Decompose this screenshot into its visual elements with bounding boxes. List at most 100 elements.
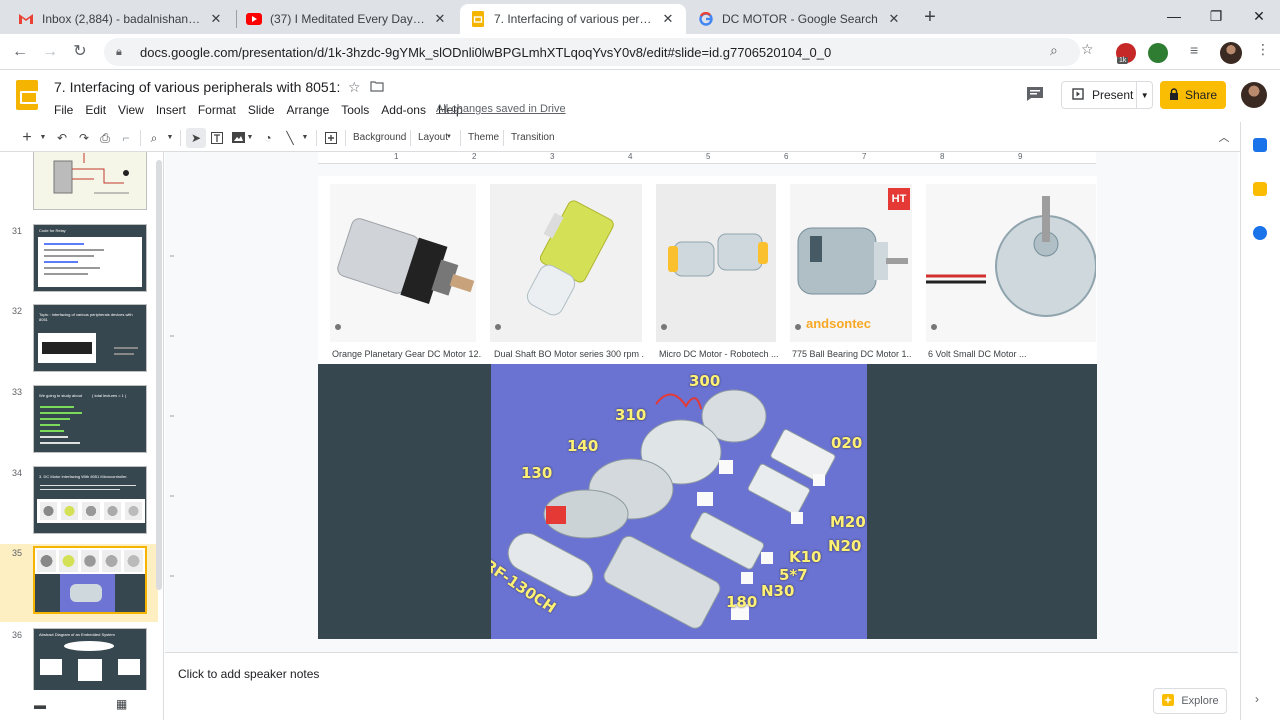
present-button[interactable]: Present ▼: [1061, 81, 1153, 109]
user-avatar[interactable]: [1241, 82, 1267, 108]
layout-dropdown-icon[interactable]: ▼: [446, 134, 452, 140]
tab-google-search[interactable]: DC MOTOR - Google Search ✕: [688, 4, 912, 34]
redo-icon[interactable]: ↷: [76, 128, 92, 148]
background-button[interactable]: Background: [353, 132, 406, 143]
image-dropdown-icon[interactable]: ▼: [246, 128, 254, 148]
motor-label: N30: [761, 582, 795, 600]
menu-arrange[interactable]: Arrange: [281, 101, 336, 119]
share-button[interactable]: Share: [1160, 81, 1226, 109]
menu-addons[interactable]: Add-ons: [375, 101, 432, 119]
zoom-icon[interactable]: ⌕: [1050, 42, 1058, 59]
extension-icon[interactable]: [1148, 43, 1168, 63]
print-icon[interactable]: ⎙: [97, 128, 113, 148]
toolbar-separator: [503, 130, 504, 146]
image-result-card[interactable]: [926, 184, 1096, 342]
image-result-card[interactable]: [490, 184, 642, 342]
save-status[interactable]: All changes saved in Drive: [436, 103, 566, 115]
close-tab-icon[interactable]: ✕: [208, 11, 224, 27]
toolbar-separator: [345, 130, 346, 146]
current-slide[interactable]: Orange Planetary Gear DC Motor 12... Dua…: [318, 176, 1097, 639]
motor-label: M20: [830, 513, 866, 531]
slide-thumbnail[interactable]: 31 Code for Relay: [0, 222, 158, 300]
restore-window-button[interactable]: ❐: [1202, 4, 1230, 28]
tasks-icon[interactable]: [1253, 226, 1267, 240]
new-tab-button[interactable]: +: [918, 6, 942, 30]
bookmark-star-icon[interactable]: ☆: [1081, 41, 1094, 58]
toolbar-separator: [180, 130, 181, 146]
line-dropdown-icon[interactable]: ▼: [301, 128, 309, 148]
slide-thumbnail[interactable]: 34 3. DC Motor interfacing With 8051 Mic…: [0, 464, 158, 542]
slide-thumbnail[interactable]: 33 We going to study about ( total lectu…: [0, 383, 158, 461]
undo-icon[interactable]: ↶: [54, 128, 70, 148]
close-window-button[interactable]: ✕: [1245, 4, 1273, 28]
image-result-card[interactable]: [656, 184, 776, 342]
slides-logo[interactable]: [16, 80, 38, 110]
comment-history-icon[interactable]: [1026, 86, 1048, 104]
browser-menu-icon[interactable]: ⋮: [1256, 41, 1270, 58]
motor-label: N20: [828, 537, 862, 555]
add-comment-icon[interactable]: [322, 128, 340, 148]
image-result-caption: Dual Shaft BO Motor series 300 rpm ...: [494, 349, 644, 359]
zoom-icon[interactable]: ⌕: [146, 128, 162, 148]
minimize-window-button[interactable]: —: [1160, 4, 1188, 28]
image-result-card[interactable]: [330, 184, 476, 342]
slide-thumbnail[interactable]: [0, 152, 158, 218]
slide-preview: [33, 152, 147, 210]
slide-thumbnail-current[interactable]: 35: [0, 544, 158, 622]
menu-insert[interactable]: Insert: [150, 101, 192, 119]
expand-side-panel-icon[interactable]: ›: [1255, 692, 1259, 706]
move-folder-icon[interactable]: [370, 80, 384, 95]
vertical-ruler[interactable]: [166, 176, 174, 636]
extension-badge: 1k: [1117, 57, 1129, 64]
editing-toolbar: + ▼ ↶ ↷ ⎙ ⌐ ⌕ ▼ ➤ ▼ ◔ ╲ ▼ Background Lay…: [0, 124, 1240, 152]
back-button[interactable]: ←: [8, 40, 32, 64]
speaker-notes-field[interactable]: Click to add speaker notes: [178, 667, 319, 681]
zoom-dropdown-icon[interactable]: ▼: [165, 128, 175, 148]
star-icon[interactable]: ☆: [348, 79, 361, 96]
grid-view-icon[interactable]: ▦: [116, 697, 127, 711]
horizontal-ruler[interactable]: 1 2 3 4 5 6 7 8 9: [318, 152, 1096, 164]
text-box-icon[interactable]: [208, 128, 226, 148]
line-icon[interactable]: ╲: [281, 128, 299, 148]
profile-avatar[interactable]: [1220, 42, 1242, 64]
new-slide-layout-icon[interactable]: ▼: [38, 128, 48, 148]
close-tab-icon[interactable]: ✕: [432, 11, 448, 27]
list-view-icon[interactable]: ▬: [34, 698, 46, 712]
select-cursor-icon[interactable]: ➤: [186, 128, 206, 148]
tab-slides[interactable]: 7. Interfacing of various peripher ✕: [460, 4, 686, 34]
motor-sizes-photo[interactable]: 300 310 140 130 RF-130CH 020 M20 N20 K10…: [491, 364, 867, 639]
explore-button[interactable]: Explore: [1153, 688, 1227, 714]
forward-button[interactable]: →: [38, 40, 62, 64]
menu-slide[interactable]: Slide: [242, 101, 281, 119]
reload-button[interactable]: ↻: [68, 40, 92, 64]
notes-resize-handle[interactable]: [165, 652, 1238, 658]
tab-youtube[interactable]: (37) I Meditated Every Day & Thi ✕: [236, 4, 458, 34]
present-dropdown-icon[interactable]: ▼: [1136, 82, 1152, 108]
calendar-icon[interactable]: [1253, 138, 1267, 152]
close-tab-icon[interactable]: ✕: [886, 11, 902, 27]
filmstrip-scrollbar[interactable]: [156, 160, 162, 590]
close-tab-icon[interactable]: ✕: [660, 11, 676, 27]
theme-button[interactable]: Theme: [468, 132, 499, 143]
slide-thumbnail[interactable]: 36 Abstract Diagram of an Embedded Syste…: [0, 626, 158, 690]
menu-format[interactable]: Format: [192, 101, 242, 119]
new-slide-icon[interactable]: +: [20, 128, 34, 148]
search-results-image[interactable]: Orange Planetary Gear DC Motor 12... Dua…: [318, 176, 1097, 364]
menu-edit[interactable]: Edit: [79, 101, 112, 119]
slide-thumbnail[interactable]: 32 Topic : Interfacing of various periph…: [0, 302, 158, 380]
collapse-toolbar-icon[interactable]: ︿: [1216, 128, 1232, 148]
keep-icon[interactable]: [1253, 182, 1267, 196]
menu-file[interactable]: File: [48, 101, 79, 119]
menu-view[interactable]: View: [112, 101, 150, 119]
paint-format-icon[interactable]: ⌐: [118, 128, 134, 148]
reading-list-icon[interactable]: ≡: [1190, 42, 1198, 58]
url-bar[interactable]: 🔒︎ docs.google.com/presentation/d/1k-3hz…: [104, 38, 1080, 66]
shape-icon[interactable]: ◔: [259, 128, 277, 148]
image-result-card[interactable]: HT andsontec: [790, 184, 912, 342]
tab-gmail[interactable]: Inbox (2,884) - badalnishant1@g ✕: [8, 4, 234, 34]
menu-tools[interactable]: Tools: [335, 101, 375, 119]
transition-button[interactable]: Transition: [511, 132, 555, 143]
image-icon[interactable]: [229, 128, 247, 148]
document-title[interactable]: 7. Interfacing of various peripherals wi…: [54, 79, 340, 95]
layout-button[interactable]: Layout: [418, 132, 448, 143]
